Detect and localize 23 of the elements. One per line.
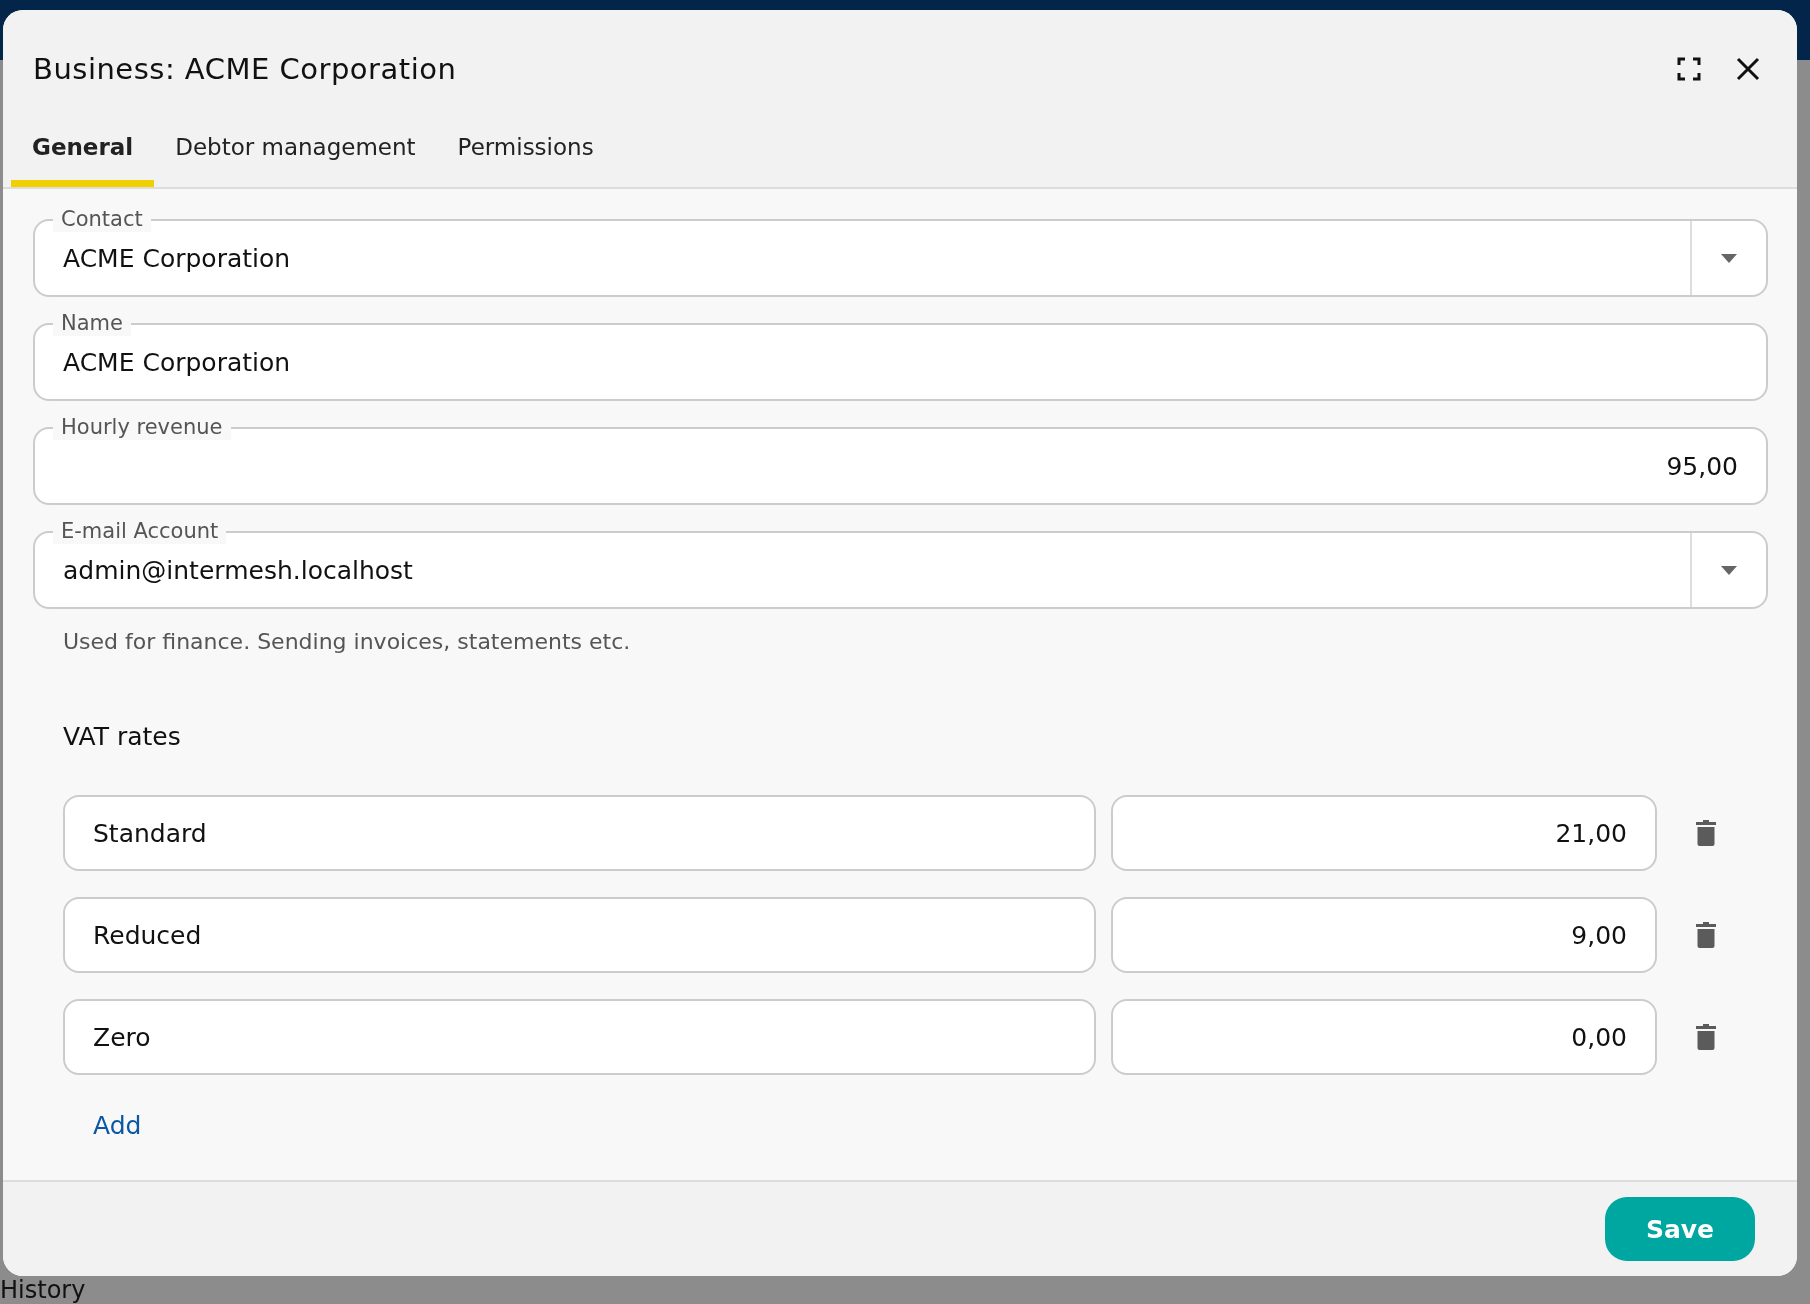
input-field[interactable]: Standard [63,795,1096,871]
delete-button[interactable] [1696,1024,1716,1050]
field-value: ACME Corporation [62,347,292,377]
input-field[interactable]: 21,00 [1111,795,1657,871]
dialog-title: Business: ACME Corporation [33,52,458,86]
input-field[interactable]: 0,00 [1111,999,1657,1075]
delete-button[interactable] [1696,922,1716,948]
add-link[interactable]: Add [93,1111,142,1140]
caret-down-icon [1721,253,1737,263]
field-value: admin@intermesh.localhost [62,555,414,585]
tab[interactable]: Permissions [436,134,615,187]
input-field[interactable]: 9,00 [1111,897,1657,973]
field-hint: Used for finance. Sending invoices, statements etc. [63,629,632,654]
input-field[interactable]: Reduced [63,897,1096,973]
section-title: VAT rates [63,722,182,751]
delete-button[interactable] [1696,820,1716,846]
tab[interactable]: Debtor management [154,134,437,187]
input-field[interactable]: Zero [63,999,1096,1075]
field-value: 95,00 [1665,451,1739,481]
history-label: History [0,1276,86,1304]
tab[interactable]: General [11,134,155,187]
field-value: ACME Corporation [62,243,292,273]
caret-down-icon [1721,565,1737,575]
